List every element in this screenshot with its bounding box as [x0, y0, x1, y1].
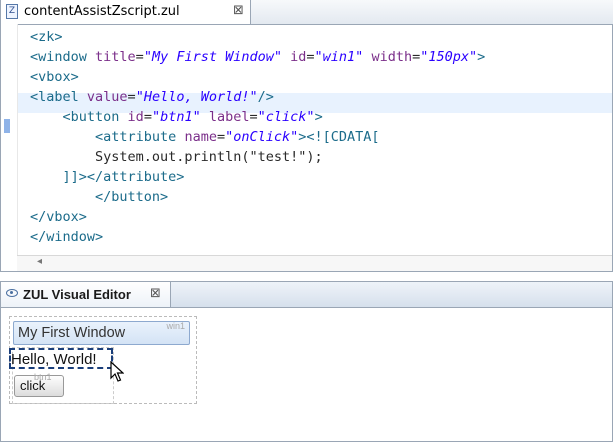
code-area[interactable]: <zk> <window title="My First Window" id="…: [30, 27, 485, 247]
preview-button-label: click: [20, 378, 46, 393]
code-token: <label: [30, 89, 87, 105]
close-icon[interactable]: ⊠: [150, 286, 161, 301]
preview-button[interactable]: btn1 click: [14, 372, 64, 397]
code-line[interactable]: System.out.println("test!");: [30, 147, 485, 167]
code-token: =: [127, 89, 136, 105]
current-line-marker: [4, 119, 10, 133]
horizontal-scrollbar[interactable]: ◂: [17, 255, 612, 271]
code-token: <attribute: [95, 129, 185, 145]
code-token: "onClick": [225, 129, 299, 145]
editor-tab-title: contentAssistZscript.zul: [24, 4, 180, 19]
view-tab-strip: ZUL Visual Editor ⊠: [1, 282, 612, 308]
code-token: =: [249, 109, 258, 125]
preview-window-id: win1: [166, 321, 185, 331]
code-token: <button: [62, 109, 128, 125]
scroll-left-arrow-icon[interactable]: ◂: [37, 256, 42, 267]
visual-editor-tab[interactable]: ZUL Visual Editor ⊠: [1, 282, 171, 307]
code-token: "btn1": [151, 109, 201, 125]
zul-file-icon: Z: [6, 4, 18, 19]
code-token: =: [306, 49, 315, 65]
visual-editor-tab-title: ZUL Visual Editor: [23, 287, 131, 302]
code-token: </button>: [95, 189, 169, 205]
code-token: </window>: [30, 229, 104, 245]
preview-window-titlebar[interactable]: My First Window win1: [13, 321, 190, 345]
editor-tab-strip: Z contentAssistZscript.zul ⊠: [1, 0, 613, 25]
code-token: <![CDATA[: [306, 129, 380, 145]
code-line[interactable]: <window title="My First Window" id="win1…: [30, 47, 485, 67]
code-token: >: [314, 109, 323, 125]
code-line[interactable]: <button id="btn1" label="click">: [30, 107, 485, 127]
code-line[interactable]: </window>: [30, 227, 485, 247]
code-token: label: [208, 109, 250, 125]
code-token: =: [143, 109, 152, 125]
code-token: name: [184, 129, 217, 145]
code-token: "150px": [420, 49, 478, 65]
close-icon[interactable]: ⊠: [233, 3, 244, 18]
editor-tab[interactable]: Z contentAssistZscript.zul ⊠: [1, 0, 251, 24]
code-token: id: [290, 49, 307, 65]
mouse-pointer-icon: [110, 361, 124, 382]
code-token: value: [86, 89, 128, 105]
code-token: <vbox>: [30, 69, 79, 85]
code-line[interactable]: </vbox>: [30, 207, 485, 227]
code-line[interactable]: <attribute name="onClick"><![CDATA[: [30, 127, 485, 147]
code-token: </attribute>: [86, 169, 185, 185]
code-token: ]]>: [62, 169, 87, 185]
code-line[interactable]: <label value="Hello, World!"/>: [30, 87, 485, 107]
preview-window-title: My First Window: [18, 325, 126, 341]
code-token: >: [477, 49, 486, 65]
code-token: "My First Window": [143, 49, 282, 65]
preview-canvas: My First Window win1 Hello, World! btn1 …: [1, 308, 612, 441]
code-token: id: [127, 109, 144, 125]
code-token: title: [95, 49, 136, 65]
code-token: =: [135, 49, 144, 65]
code-line[interactable]: ]]></attribute>: [30, 167, 485, 187]
code-line[interactable]: <vbox>: [30, 67, 485, 87]
code-token: <zk>: [30, 29, 63, 45]
preview-window[interactable]: My First Window win1 Hello, World! btn1 …: [9, 316, 197, 404]
code-line[interactable]: </button>: [30, 187, 485, 207]
code-token: "click": [257, 109, 315, 125]
code-token: <window: [30, 49, 96, 65]
code-token: System.out.println("test!");: [30, 149, 323, 165]
code-token: />: [257, 89, 274, 105]
code-token: "Hello, World!": [135, 89, 258, 105]
source-editor: Z contentAssistZscript.zul ⊠ <zk> <window…: [0, 0, 613, 272]
code-token: =: [412, 49, 421, 65]
code-token: width: [371, 49, 413, 65]
preview-label: Hello, World!: [11, 351, 97, 368]
preview-label-selection[interactable]: Hello, World!: [9, 348, 113, 369]
code-token: </vbox>: [30, 209, 87, 225]
code-token: =: [216, 129, 226, 145]
visual-editor-view: ZUL Visual Editor ⊠ My First Window win1…: [0, 281, 613, 442]
preview-vbox[interactable]: Hello, World! btn1 click: [9, 347, 114, 404]
code-token: "win1": [314, 49, 364, 65]
editor-gutter: [1, 24, 18, 256]
code-line[interactable]: <zk>: [30, 27, 485, 47]
eye-icon: [6, 289, 18, 297]
